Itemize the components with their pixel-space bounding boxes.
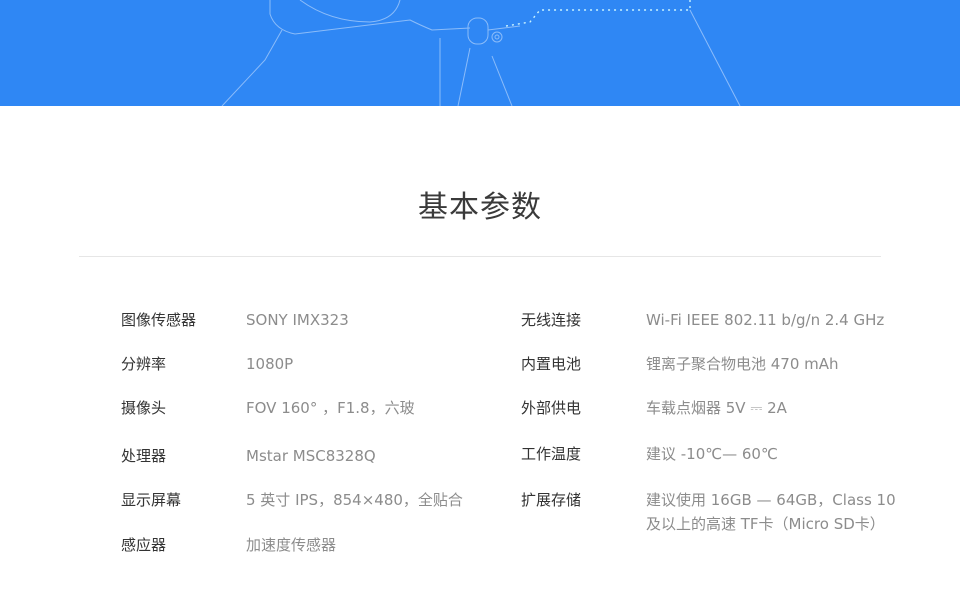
spec-value-storage-line2: 及以上的高速 TF卡（Micro SD卡） (646, 515, 885, 533)
cable-dotted-line (505, 0, 691, 27)
page-title: 基本参数 (418, 190, 542, 225)
spec-label-sensor: 图像传感器 (121, 311, 197, 329)
spec-value-display: 5 英寸 IPS，854×480，全贴合 (246, 491, 463, 509)
spec-label-display: 显示屏幕 (121, 491, 182, 509)
spec-value-storage: 建议使用 16GB — 64GB，Class 10 (646, 491, 896, 509)
device-line-illustration (221, 0, 741, 106)
spec-value-sensor: SONY IMX323 (246, 311, 349, 329)
spec-value-wireless: Wi-Fi IEEE 802.11 b/g/n 2.4 GHz (646, 311, 885, 329)
spec-label-motion-sensor: 感应器 (121, 536, 167, 554)
spec-label-power: 外部供电 (521, 399, 582, 417)
spec-value-processor: Mstar MSC8328Q (246, 447, 376, 465)
title-divider (79, 256, 881, 257)
spec-value-camera: FOV 160° ，F1.8，六玻 (246, 399, 415, 417)
spec-label-wireless: 无线连接 (521, 311, 582, 329)
spec-value-battery: 锂离子聚合物电池 470 mAh (646, 355, 839, 373)
spec-label-battery: 内置电池 (521, 355, 582, 373)
spec-value-power: 车载点烟器 5V ⎓ 2A (646, 399, 787, 417)
spec-label-camera: 摄像头 (121, 399, 167, 417)
spec-value-temperature: 建议 -10℃— 60℃ (646, 445, 778, 463)
spec-label-storage: 扩展存储 (521, 491, 582, 509)
header-banner (0, 0, 960, 106)
spec-label-temperature: 工作温度 (521, 445, 582, 463)
spec-value-motion-sensor: 加速度传感器 (246, 536, 337, 554)
spec-label-resolution: 分辨率 (121, 355, 167, 373)
spec-label-processor: 处理器 (121, 447, 167, 465)
spec-value-resolution: 1080P (246, 355, 294, 373)
